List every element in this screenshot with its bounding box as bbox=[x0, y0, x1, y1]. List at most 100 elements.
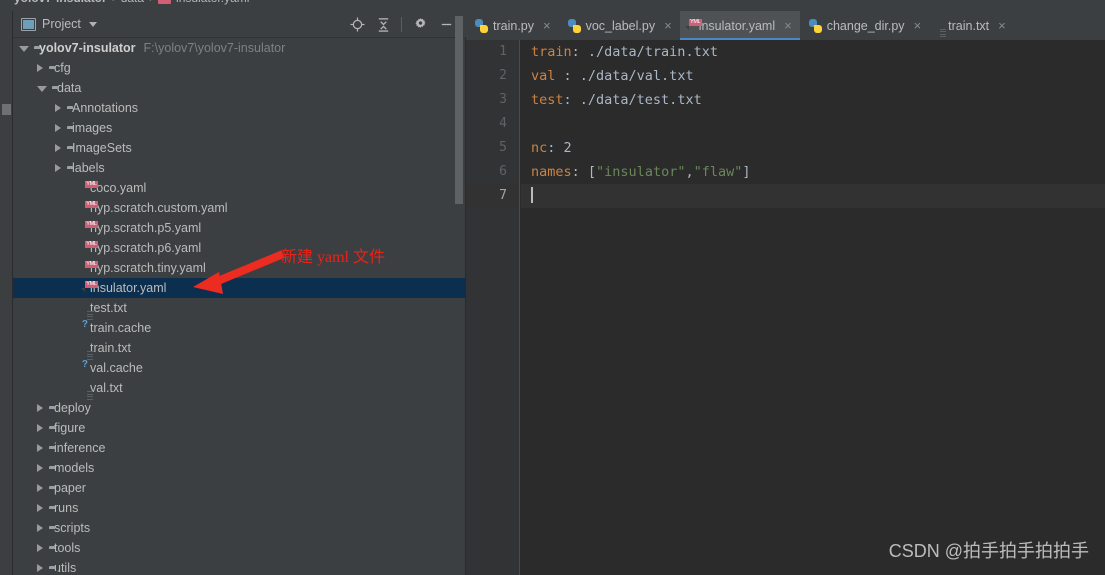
close-icon[interactable]: × bbox=[998, 19, 1006, 32]
editor-tab-label: change_dir.py bbox=[826, 18, 905, 33]
tree-row[interactable]: runs bbox=[13, 498, 466, 518]
chevron-down-icon[interactable] bbox=[88, 21, 97, 27]
tree-row-label: test.txt bbox=[90, 301, 127, 315]
line-number-gutter: 1 2 3 4 5 6 7 bbox=[466, 40, 520, 575]
chevron-right-icon[interactable] bbox=[55, 144, 61, 152]
close-icon[interactable]: × bbox=[543, 19, 551, 32]
gear-icon[interactable] bbox=[407, 12, 433, 36]
tree-row[interactable]: utils bbox=[13, 558, 466, 575]
tree-row[interactable]: train.txt bbox=[13, 338, 466, 360]
yaml-value: ./data/train.txt bbox=[587, 44, 718, 60]
tree-row-label: hyp.scratch.custom.yaml bbox=[90, 201, 228, 215]
breadcrumb: yolov7-insulator › data › YML insulator.… bbox=[0, 0, 1105, 11]
rail-divider bbox=[2, 104, 11, 115]
code-line[interactable]: test: ./data/test.txt bbox=[521, 88, 1105, 112]
toolbar-divider bbox=[401, 16, 402, 32]
code-line[interactable]: nc: 2 bbox=[521, 136, 1105, 160]
editor-tab[interactable]: YML insulator.yaml × bbox=[679, 11, 800, 40]
editor-tab-label: train.py bbox=[493, 18, 534, 33]
close-icon[interactable]: × bbox=[784, 19, 792, 32]
tree-row[interactable]: ? train.cache bbox=[13, 318, 466, 338]
breadcrumb-separator-2: › bbox=[149, 0, 153, 5]
tree-row[interactable]: inference bbox=[13, 438, 466, 458]
yaml-key: nc bbox=[531, 140, 548, 156]
tree-row-label: train.txt bbox=[90, 341, 131, 355]
breadcrumb-project[interactable]: yolov7-insulator bbox=[14, 0, 107, 5]
project-tree-scrollbar[interactable] bbox=[455, 16, 463, 204]
tree-row[interactable]: data bbox=[13, 78, 466, 98]
collapse-all-icon[interactable] bbox=[370, 12, 396, 36]
tree-row[interactable]: ImageSets bbox=[13, 138, 466, 158]
breadcrumb-folder[interactable]: data bbox=[121, 0, 144, 5]
chevron-right-icon[interactable] bbox=[37, 504, 43, 512]
code-line[interactable]: train: ./data/train.txt bbox=[521, 40, 1105, 64]
code-line-blank[interactable] bbox=[521, 112, 1105, 136]
tree-row[interactable]: YML coco.yaml bbox=[13, 178, 466, 198]
tree-row-label: paper bbox=[54, 481, 86, 495]
python-file-icon bbox=[567, 18, 581, 33]
chevron-right-icon[interactable] bbox=[55, 164, 61, 172]
tree-row-label: Annotations bbox=[72, 101, 139, 115]
code-lines[interactable]: train: ./data/train.txt val : ./data/val.… bbox=[521, 40, 1105, 575]
chevron-right-icon[interactable] bbox=[37, 524, 43, 532]
tree-row[interactable]: tools bbox=[13, 538, 466, 558]
chevron-right-icon[interactable] bbox=[55, 104, 61, 112]
breadcrumb-file[interactable]: insulator.yaml bbox=[176, 0, 249, 5]
chevron-right-icon[interactable] bbox=[37, 564, 43, 572]
close-icon[interactable]: × bbox=[664, 19, 672, 32]
code-line[interactable]: names: ["insulator","flaw"] bbox=[521, 160, 1105, 184]
tree-row[interactable]: models bbox=[13, 458, 466, 478]
tree-row-label: hyp.scratch.p5.yaml bbox=[90, 221, 202, 235]
chevron-right-icon[interactable] bbox=[55, 124, 61, 132]
tree-row[interactable]: test.txt bbox=[13, 298, 466, 320]
chevron-right-icon[interactable] bbox=[37, 464, 43, 472]
editor-tab-label: insulator.yaml bbox=[698, 18, 776, 33]
editor-tab[interactable]: voc_label.py × bbox=[559, 11, 680, 40]
tree-row[interactable]: scripts bbox=[13, 518, 466, 538]
chevron-right-icon[interactable] bbox=[37, 404, 43, 412]
close-icon[interactable]: × bbox=[914, 19, 922, 32]
yaml-key: names bbox=[531, 164, 572, 180]
ide-window: yolov7-insulator › data › YML insulator.… bbox=[0, 0, 1105, 575]
tree-row[interactable]: ? val.cache bbox=[13, 358, 466, 378]
locate-icon[interactable] bbox=[344, 12, 370, 36]
tree-row[interactable]: YML hyp.scratch.custom.yaml bbox=[13, 198, 466, 218]
chevron-right-icon[interactable] bbox=[37, 484, 43, 492]
chevron-down-icon[interactable] bbox=[37, 86, 47, 92]
editor-tab[interactable]: change_dir.py × bbox=[800, 11, 929, 40]
tree-row[interactable]: images bbox=[13, 118, 466, 138]
editor-tab[interactable]: train.py × bbox=[466, 11, 559, 40]
tree-row-label: inference bbox=[54, 441, 106, 455]
chevron-right-icon[interactable] bbox=[37, 544, 43, 552]
python-file-icon bbox=[808, 18, 822, 33]
editor-tab-bar[interactable]: train.py × voc_label.py × YML insulator.yaml ×… bbox=[466, 11, 1105, 40]
watermark: CSDN @拍手拍手拍拍手 bbox=[888, 541, 1089, 561]
annotation-label: 新建 yaml 文件 bbox=[281, 249, 385, 266]
project-tree[interactable]: yolov7-insulator F:\yolov7\yolov7-insulat… bbox=[13, 38, 466, 575]
chevron-right-icon[interactable] bbox=[37, 64, 43, 72]
tree-row-label: train.cache bbox=[90, 321, 152, 335]
tree-row[interactable]: Annotations bbox=[13, 98, 466, 118]
chevron-right-icon[interactable] bbox=[37, 424, 43, 432]
tree-row[interactable]: YML hyp.scratch.p5.yaml bbox=[13, 218, 466, 238]
breadcrumb-separator: › bbox=[112, 0, 116, 5]
editor-tab[interactable]: train.txt × bbox=[929, 11, 1014, 40]
code-line[interactable]: val : ./data/val.txt bbox=[521, 64, 1105, 88]
tree-row[interactable]: deploy bbox=[13, 398, 466, 418]
python-file-icon bbox=[475, 18, 488, 33]
tree-row[interactable]: figure bbox=[13, 418, 466, 438]
code-editor[interactable]: 1234567 train: ./data/train.txt val : ./d… bbox=[466, 40, 1105, 575]
tree-row[interactable]: val.txt bbox=[13, 378, 466, 400]
chevron-right-icon[interactable] bbox=[37, 444, 43, 452]
yaml-value: ./data/val.txt bbox=[579, 68, 694, 84]
tree-row[interactable]: cfg bbox=[13, 58, 466, 78]
code-line[interactable] bbox=[521, 184, 1105, 208]
project-panel-title: Project bbox=[42, 17, 81, 31]
yaml-close-bracket: ] bbox=[742, 164, 751, 180]
tree-row-label: tools bbox=[54, 541, 81, 555]
tree-row[interactable]: paper bbox=[13, 478, 466, 498]
tree-row[interactable]: labels bbox=[13, 158, 466, 178]
tree-row-label: models bbox=[54, 461, 95, 475]
tree-row[interactable]: yolov7-insulator F:\yolov7\yolov7-insulat… bbox=[13, 38, 466, 58]
chevron-down-icon[interactable] bbox=[19, 46, 29, 52]
